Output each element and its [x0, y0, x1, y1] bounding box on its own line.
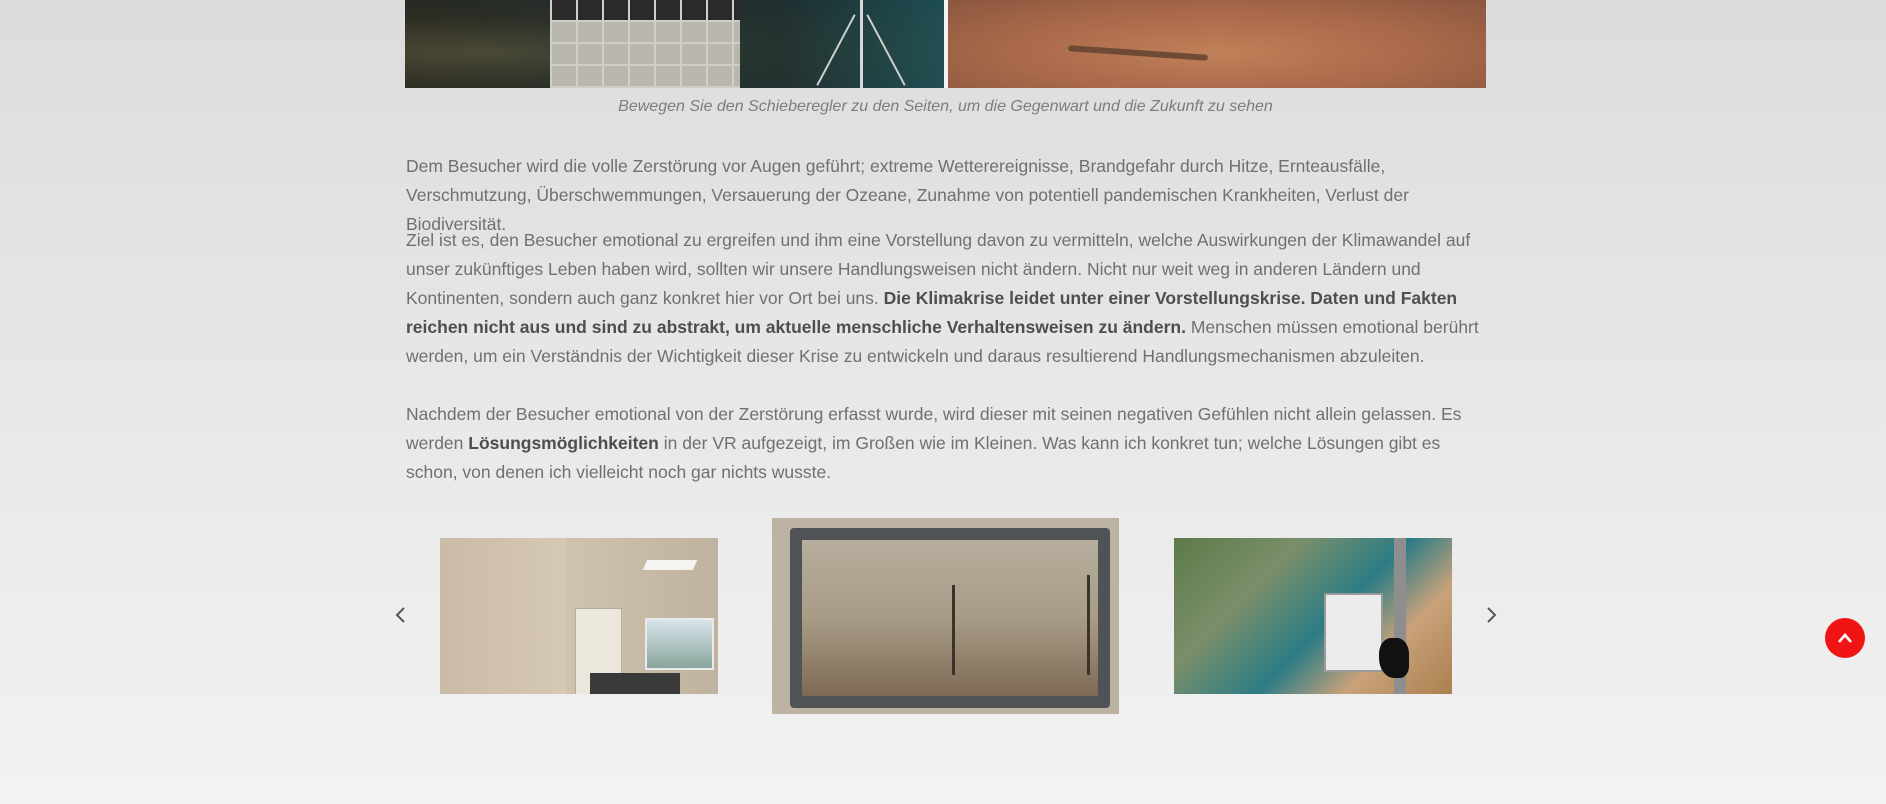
- control-panel: [1324, 593, 1383, 672]
- carousel-slide-beach-panel[interactable]: [1174, 538, 1452, 694]
- water-tank-shape: [550, 0, 740, 88]
- present-image: [405, 0, 944, 88]
- chevron-right-icon: [1487, 607, 1497, 623]
- paragraph-solutions: Nachdem der Besucher emotional von der Z…: [406, 400, 1486, 487]
- tripod-leg: [866, 14, 906, 86]
- slider-caption: Bewegen Sie den Schieberegler zu den Sei…: [618, 98, 1273, 115]
- back-to-top-button[interactable]: [1825, 618, 1865, 658]
- paragraph-emphasis: Lösungsmöglichkeiten: [468, 433, 659, 453]
- window-view: [802, 540, 1098, 696]
- window: [645, 618, 714, 670]
- dead-tree: [952, 585, 955, 675]
- carousel-slide-window-view[interactable]: [772, 518, 1119, 714]
- future-image: [948, 0, 1486, 88]
- dead-tree: [1087, 575, 1090, 675]
- tripod-pole: [860, 0, 863, 88]
- chevron-left-icon: [395, 607, 405, 623]
- paragraph-goal: Ziel ist es, den Besucher emotional zu e…: [406, 226, 1486, 371]
- desk: [590, 673, 680, 694]
- image-carousel: [390, 516, 1500, 716]
- carousel-slide-room[interactable]: [440, 538, 718, 694]
- ceiling-lamp: [642, 560, 698, 570]
- dead-branch-shape: [1067, 45, 1209, 61]
- chevron-up-icon: [1838, 633, 1852, 643]
- carousel-prev-button[interactable]: [390, 604, 412, 626]
- before-after-image-slider[interactable]: [405, 0, 1486, 88]
- vr-hand: [1379, 638, 1409, 678]
- carousel-next-button[interactable]: [1480, 604, 1502, 626]
- tripod-leg: [816, 14, 856, 86]
